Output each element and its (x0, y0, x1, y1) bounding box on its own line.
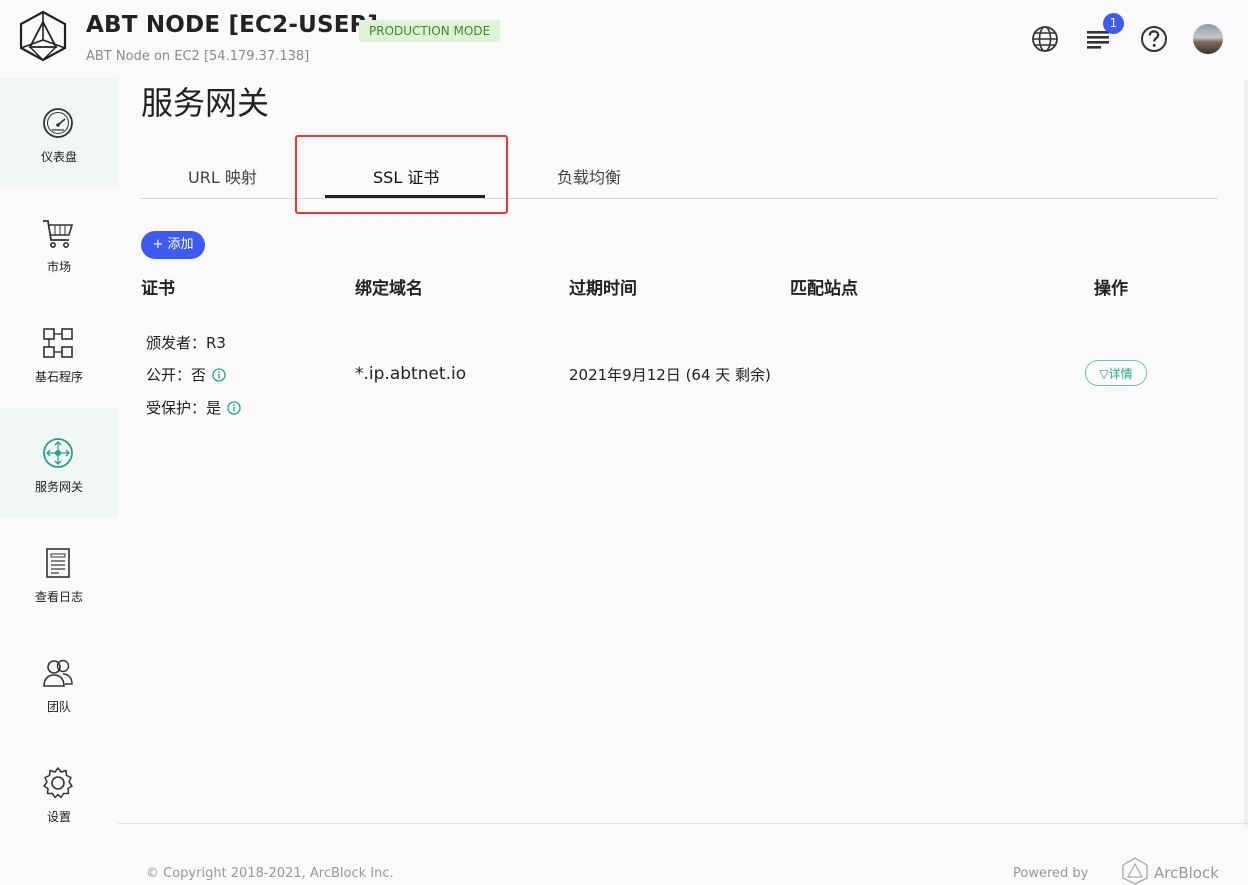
cert-public: 公开：否 (146, 366, 207, 384)
page-title: 服务网关 (141, 84, 270, 122)
cert-protected-field: 受保护：是 (146, 397, 241, 418)
gateway-arrows-icon (43, 438, 73, 468)
cert-domain: *.ip.abtnet.io (355, 364, 467, 384)
footer-copyright: © Copyright 2018-2021, ArcBlock Inc. (146, 866, 394, 881)
info-icon[interactable] (212, 368, 226, 382)
footer-brand: ArcBlock (1154, 864, 1219, 882)
sidebar-item-label: 仪表盘 (40, 150, 77, 164)
column-header-expiry: 过期时间 (569, 279, 637, 299)
sidebar-item-label: 查看日志 (34, 590, 83, 604)
main-content: 服务网关 URL 映射 SSL 证书 负载均衡 + 添加 证书 绑定域名 过期时… (118, 78, 1248, 823)
abt-node-logo-icon[interactable] (18, 10, 68, 62)
column-header-actions: 操作 (1094, 279, 1128, 299)
sidebar-item-logs[interactable]: 查看日志 (0, 518, 118, 628)
globe-icon[interactable] (1030, 24, 1060, 54)
details-button[interactable]: ▽详情 (1085, 360, 1147, 386)
arcblock-logo-icon[interactable] (1121, 857, 1149, 885)
cert-issuer: 颁发者：R3 (146, 334, 226, 352)
production-mode-badge: PRODUCTION MODE (359, 20, 501, 42)
sidebar-item-settings[interactable]: 设置 (0, 738, 118, 848)
blocklets-grid-icon (43, 328, 73, 358)
cert-public-field: 公开：否 (146, 364, 226, 385)
cert-expiry: 2021年9月12日 (64 天 剩余) (569, 366, 771, 384)
user-avatar[interactable] (1193, 24, 1223, 54)
node-subtitle: ABT Node on EC2 [54.179.37.138] (86, 49, 310, 64)
notification-count-badge: 1 (1103, 13, 1124, 34)
sidebar-item-label: 团队 (46, 700, 71, 714)
column-header-domain: 绑定域名 (355, 279, 423, 299)
column-header-certificate: 证书 (141, 279, 175, 299)
sidebar-item-market[interactable]: 市场 (0, 188, 118, 298)
team-people-icon (43, 659, 73, 687)
sidebar-item-label: 市场 (46, 260, 71, 274)
shopping-cart-icon (43, 220, 74, 248)
sidebar-item-team[interactable]: 团队 (0, 628, 118, 738)
scrollbar-track[interactable] (1244, 80, 1248, 828)
tab-url-mapping[interactable]: URL 映射 (188, 164, 257, 188)
sidebar-item-dashboard[interactable]: 仪表盘 (0, 78, 118, 188)
gear-icon (43, 767, 73, 799)
sidebar-item-gateway[interactable]: 服务网关 (0, 408, 118, 518)
sidebar-item-label: 基石程序 (34, 370, 83, 384)
log-document-icon (46, 548, 70, 578)
top-header: ABT NODE [EC2-USER] PRODUCTION MODE ABT … (0, 0, 1248, 78)
sidebar-item-label: 服务网关 (34, 480, 83, 494)
add-certificate-button[interactable]: + 添加 (141, 231, 205, 259)
dashboard-gauge-icon (43, 108, 73, 138)
info-icon[interactable] (227, 401, 241, 415)
sidebar-item-blocklets[interactable]: 基石程序 (0, 298, 118, 408)
help-question-icon[interactable] (1139, 24, 1169, 54)
footer-powered-by: Powered by (1013, 866, 1089, 881)
app-title: ABT NODE [EC2-USER] (86, 12, 379, 38)
sidebar-nav: 仪表盘 市场 基石程序 服务网关 查看日志 团队 设置 (0, 78, 118, 878)
tab-load-balancing[interactable]: 负载均衡 (557, 164, 621, 188)
sidebar-item-label: 设置 (46, 810, 71, 824)
footer-divider (118, 823, 1248, 824)
column-header-matched-sites: 匹配站点 (790, 279, 858, 299)
highlight-annotation-box (295, 135, 508, 214)
cert-protected: 受保护：是 (146, 399, 222, 417)
